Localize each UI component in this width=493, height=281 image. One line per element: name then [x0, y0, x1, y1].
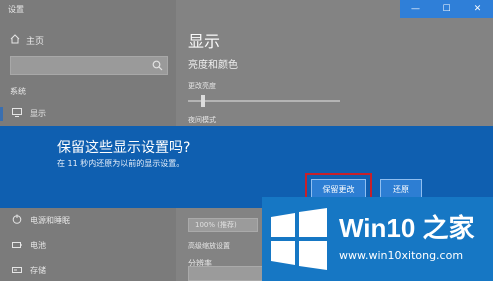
- win10-home-watermark: Win10 之家 www.win10xitong.com: [262, 197, 493, 281]
- sidebar-item-label: 电池: [30, 241, 46, 250]
- settings-window: 设置 主页 系统 显示 电源和睡眠 电池 存储 — ☐ ✕ 显示 亮度和颜色 更…: [0, 0, 493, 281]
- window-controls: — ☐ ✕: [400, 0, 493, 18]
- sidebar-home-label: 主页: [26, 37, 45, 47]
- maximize-button[interactable]: ☐: [431, 0, 462, 18]
- sidebar-item-storage[interactable]: 存储: [12, 265, 46, 276]
- night-mode-label: 夜间模式: [188, 116, 216, 124]
- search-input[interactable]: [10, 56, 168, 75]
- sidebar-item-display-content: 显示: [12, 108, 46, 119]
- sidebar-item-label: 显示: [30, 109, 46, 118]
- sidebar-item-display[interactable]: 显示: [0, 104, 176, 124]
- brightness-slider-thumb[interactable]: [201, 95, 206, 107]
- brightness-slider[interactable]: [188, 100, 340, 102]
- brightness-label: 更改亮度: [188, 82, 216, 90]
- storage-icon: [12, 266, 22, 276]
- windows-logo-icon: [271, 208, 327, 270]
- scale-dropdown[interactable]: 100% (推荐): [188, 218, 258, 232]
- minimize-button[interactable]: —: [400, 0, 431, 18]
- home-icon: [10, 34, 20, 47]
- dialog-message: 在 11 秒内还原为以前的显示设置。: [57, 159, 185, 168]
- selection-indicator: [0, 107, 3, 121]
- sidebar-item-power[interactable]: 电源和睡眠: [12, 214, 70, 226]
- sidebar-item-battery[interactable]: 电池: [12, 240, 46, 251]
- sidebar-item-label: 电源和睡眠: [30, 215, 70, 225]
- section-heading: 亮度和颜色: [188, 60, 238, 71]
- page-title: 显示: [188, 32, 221, 51]
- advanced-scaling-link[interactable]: 高级缩放设置: [188, 241, 230, 251]
- keep-settings-dialog: 保留这些显示设置吗? 在 11 秒内还原为以前的显示设置。 保留更改 还原: [0, 126, 493, 208]
- window-title: 设置: [8, 5, 24, 14]
- dialog-title: 保留这些显示设置吗?: [57, 140, 191, 156]
- power-icon: [12, 214, 22, 226]
- sidebar-section-label: 系统: [10, 87, 26, 96]
- close-button[interactable]: ✕: [462, 0, 493, 18]
- battery-icon: [12, 241, 22, 251]
- watermark-url: www.win10xitong.com: [339, 249, 464, 262]
- display-icon: [12, 108, 22, 119]
- sidebar-item-label: 存储: [30, 266, 46, 275]
- sidebar-item-home[interactable]: 主页: [10, 34, 44, 47]
- watermark-brand: Win10 之家: [339, 213, 475, 243]
